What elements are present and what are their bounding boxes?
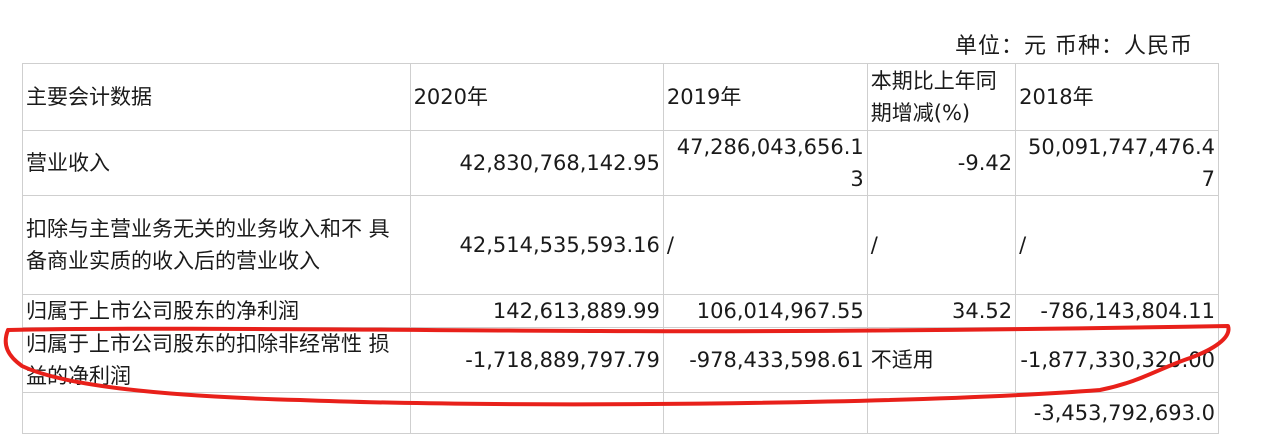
- cell-2018: /: [1015, 195, 1219, 295]
- cell-2019: 106,014,967.55: [662, 294, 868, 328]
- table-header-row: 主要会计数据 2020年 2019年 本期比上年同期增减(%) 2018年: [22, 63, 1219, 131]
- cell-change: -9.42: [866, 130, 1017, 196]
- cell-2018: -3,453,792,693.0: [1015, 392, 1219, 434]
- table-row: 归属于上市公司股东的净利润 142,613,889.99 106,014,967…: [22, 294, 1219, 328]
- row-label: 归属于上市公司股东的扣除非经常性 损益的净利润: [22, 327, 411, 393]
- header-change-pct: 本期比上年同期增减(%): [866, 63, 1017, 131]
- cell-change: [866, 392, 1017, 434]
- cell-2020: [409, 392, 664, 434]
- cell-2019: -978,433,598.61: [662, 327, 868, 393]
- row-label: 归属于上市公司股东的净利润: [22, 294, 411, 328]
- cell-2020: 42,514,535,593.16: [409, 195, 664, 295]
- cell-2018: -786,143,804.11: [1015, 294, 1219, 328]
- cell-2020: -1,718,889,797.79: [409, 327, 664, 393]
- financial-data-table: 主要会计数据 2020年 2019年 本期比上年同期增减(%) 2018年 营业…: [22, 63, 1219, 434]
- table-row: 归属于上市公司股东的扣除非经常性 损益的净利润 -1,718,889,797.7…: [22, 327, 1219, 393]
- table-row: 扣除与主营业务无关的业务收入和不 具备商业实质的收入后的营业收入 42,514,…: [22, 195, 1219, 295]
- cell-2019: 47,286,043,656.13: [662, 130, 868, 196]
- cell-2018: -1,877,330,320.00: [1015, 327, 1219, 393]
- header-item: 主要会计数据: [22, 63, 411, 131]
- cell-2018: 50,091,747,476.47: [1015, 130, 1219, 196]
- header-2019: 2019年: [662, 63, 868, 131]
- cell-2019: /: [662, 195, 868, 295]
- cell-change: 34.52: [866, 294, 1017, 328]
- cell-2019: [662, 392, 868, 434]
- table-row: -3,453,792,693.0: [22, 392, 1219, 434]
- row-label: 扣除与主营业务无关的业务收入和不 具备商业实质的收入后的营业收入: [22, 195, 411, 295]
- cell-change: 不适用: [866, 327, 1017, 393]
- cell-2020: 42,830,768,142.95: [409, 130, 664, 196]
- unit-currency-note: 单位：元 币种：人民币: [955, 34, 1193, 59]
- table-row: 营业收入 42,830,768,142.95 47,286,043,656.13…: [22, 130, 1219, 196]
- row-label: [22, 392, 411, 434]
- cell-change: /: [866, 195, 1017, 295]
- header-2018: 2018年: [1015, 63, 1219, 131]
- row-label: 营业收入: [22, 130, 411, 196]
- header-2020: 2020年: [409, 63, 664, 131]
- cell-2020: 142,613,889.99: [409, 294, 664, 328]
